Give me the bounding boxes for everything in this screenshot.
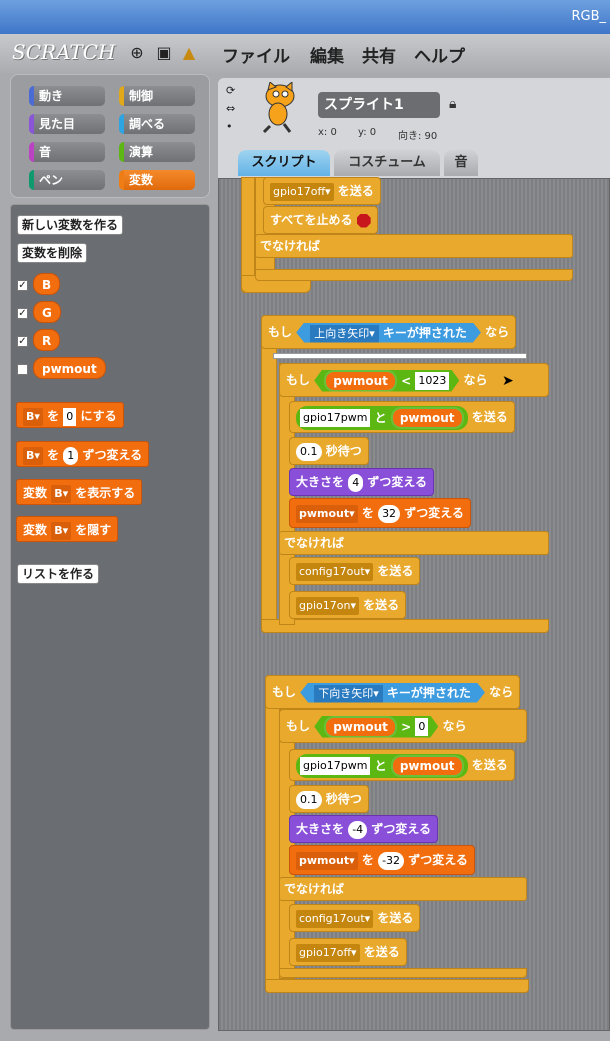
var-r-reporter[interactable]: R bbox=[33, 329, 61, 351]
var-pwmout-reporter[interactable]: pwmout bbox=[33, 357, 106, 379]
sprite-name-field[interactable]: スプライト1 bbox=[318, 92, 440, 118]
category-panel: 動き 制御 見た目 調べる 音 演算 ペン 変数 bbox=[10, 74, 210, 198]
var-b-checkbox[interactable]: ✓ bbox=[17, 280, 28, 291]
g1-compare[interactable]: pwmout < 1023 bbox=[314, 370, 459, 392]
broadcast-block[interactable]: gpio17off▾ を送る bbox=[263, 177, 381, 205]
delete-variable-button[interactable]: 変数を削除 bbox=[17, 243, 88, 263]
block-palette: 新しい変数を作る 変数を削除 ✓ B ✓ G ✓ R pwmout B▾ を 0… bbox=[10, 204, 210, 1030]
share-icon[interactable]: ▲ bbox=[180, 44, 198, 62]
g1-else-label: でなければ bbox=[279, 531, 549, 555]
g2-if-compare-block[interactable]: もし pwmout > 0 なら bbox=[279, 709, 527, 743]
category-pen[interactable]: ペン bbox=[29, 170, 105, 190]
sprite-y: y: 0 bbox=[358, 127, 377, 138]
menu-help[interactable]: ヘルプ bbox=[414, 42, 465, 67]
category-motion[interactable]: 動き bbox=[29, 86, 105, 106]
var-g-checkbox[interactable]: ✓ bbox=[17, 308, 28, 319]
flip-icon[interactable]: ⇔ bbox=[226, 102, 235, 115]
g2-foot bbox=[265, 979, 529, 993]
g2-change-size-block[interactable]: 大きさを -4 ずつ変える bbox=[289, 815, 438, 843]
g2-compare[interactable]: pwmout > 0 bbox=[314, 716, 438, 738]
lock-icon[interactable]: 🔒︎ bbox=[449, 96, 456, 112]
var-b-reporter[interactable]: B bbox=[33, 273, 61, 295]
app-menubar: SCRATCH ⊕ ▣ ▲ ファイル 編集 共有 ヘルプ bbox=[0, 34, 610, 74]
save-icon[interactable]: ▣ bbox=[155, 44, 173, 62]
new-variable-button[interactable]: 新しい変数を作る bbox=[17, 215, 124, 235]
category-looks[interactable]: 見た目 bbox=[29, 114, 105, 134]
category-operators[interactable]: 演算 bbox=[119, 142, 195, 162]
script-area: gpio17off▾ を送る すべてを止める でなければ もし 上向き矢印▾ キ… bbox=[218, 177, 610, 1031]
var-g-reporter[interactable]: G bbox=[33, 301, 61, 323]
g1-wait-block[interactable]: 0.1 秒待つ bbox=[289, 437, 369, 465]
g1-broadcast-config[interactable]: config17out▾ を送る bbox=[289, 557, 421, 585]
g1-broadcast-join[interactable]: gpio17pwm と pwmout を送る bbox=[289, 401, 515, 433]
g2-key-pressed[interactable]: 下向き矢印▾ キーが押された bbox=[300, 683, 485, 703]
window-title: RGB_ bbox=[571, 9, 606, 24]
g1-if-key-block[interactable]: もし 上向き矢印▾ キーが押された なら bbox=[261, 315, 517, 349]
mouse-cursor: ➤ bbox=[502, 373, 514, 389]
tab-sounds[interactable]: 音 bbox=[444, 150, 478, 176]
g2-inner-foot bbox=[279, 968, 527, 978]
g2-broadcast-config[interactable]: config17out▾ を送る bbox=[289, 904, 421, 932]
g2-wait-block[interactable]: 0.1 秒待つ bbox=[289, 785, 369, 813]
sprite-direction: 向き: 90 bbox=[398, 131, 438, 142]
globe-icon[interactable]: ⊕ bbox=[128, 44, 146, 62]
menu-file[interactable]: ファイル bbox=[222, 42, 290, 67]
g2-else-label: でなければ bbox=[279, 877, 527, 901]
g1-foot bbox=[261, 619, 549, 633]
g2-broadcast-off[interactable]: gpio17off▾ を送る bbox=[289, 938, 407, 966]
g1-change-var-block[interactable]: pwmout▾ を 32 ずつ変える bbox=[289, 498, 471, 528]
g1-key-pressed[interactable]: 上向き矢印▾ キーが押された bbox=[296, 323, 481, 343]
scratch-logo: SCRATCH bbox=[12, 40, 116, 64]
g2-broadcast-join[interactable]: gpio17pwm と pwmout を送る bbox=[289, 749, 515, 781]
tab-scripts[interactable]: スクリプト bbox=[238, 150, 330, 176]
sprite-thumbnail bbox=[256, 80, 300, 134]
category-sensing[interactable]: 調べる bbox=[119, 114, 195, 134]
var-r-checkbox[interactable]: ✓ bbox=[17, 336, 28, 347]
sprite-x: x: 0 bbox=[318, 127, 337, 138]
window-titlebar: RGB_ bbox=[0, 0, 610, 34]
hide-variable-block[interactable]: 変数 B▾ を隠す bbox=[16, 516, 119, 542]
category-variables[interactable]: 変数 bbox=[119, 170, 195, 190]
g1-broadcast-on[interactable]: gpio17on▾ を送る bbox=[289, 591, 407, 619]
g1-arm bbox=[261, 315, 277, 633]
top-inner-foot bbox=[255, 269, 573, 281]
tab-costumes[interactable]: コスチューム bbox=[334, 150, 440, 176]
menu-edit[interactable]: 編集 bbox=[310, 42, 344, 67]
show-variable-block[interactable]: 変数 B▾ を表示する bbox=[16, 479, 143, 505]
category-sound[interactable]: 音 bbox=[29, 142, 105, 162]
rotate-all-icon[interactable]: ⟳ bbox=[226, 84, 235, 97]
stop-sign-icon bbox=[356, 213, 371, 228]
set-variable-block[interactable]: B▾ を 0 にする bbox=[16, 402, 124, 428]
make-list-button[interactable]: リストを作る bbox=[17, 564, 100, 584]
g2-if-key-block[interactable]: もし 下向き矢印▾ キーが押された なら bbox=[265, 675, 521, 709]
stop-all-block[interactable]: すべてを止める bbox=[263, 206, 378, 234]
g1-change-size-block[interactable]: 大きさを 4 ずつ変える bbox=[289, 468, 435, 496]
g2-change-var-block[interactable]: pwmout▾ を -32 ずつ変える bbox=[289, 845, 475, 875]
top-else-label: でなければ bbox=[255, 234, 573, 258]
g1-empty-slot bbox=[273, 353, 527, 359]
change-variable-block[interactable]: B▾ を 1 ずつ変える bbox=[16, 441, 150, 467]
var-pwmout-checkbox[interactable] bbox=[17, 364, 28, 375]
no-rotate-icon[interactable]: • bbox=[226, 120, 233, 133]
category-control[interactable]: 制御 bbox=[119, 86, 195, 106]
menu-share[interactable]: 共有 bbox=[362, 42, 396, 67]
